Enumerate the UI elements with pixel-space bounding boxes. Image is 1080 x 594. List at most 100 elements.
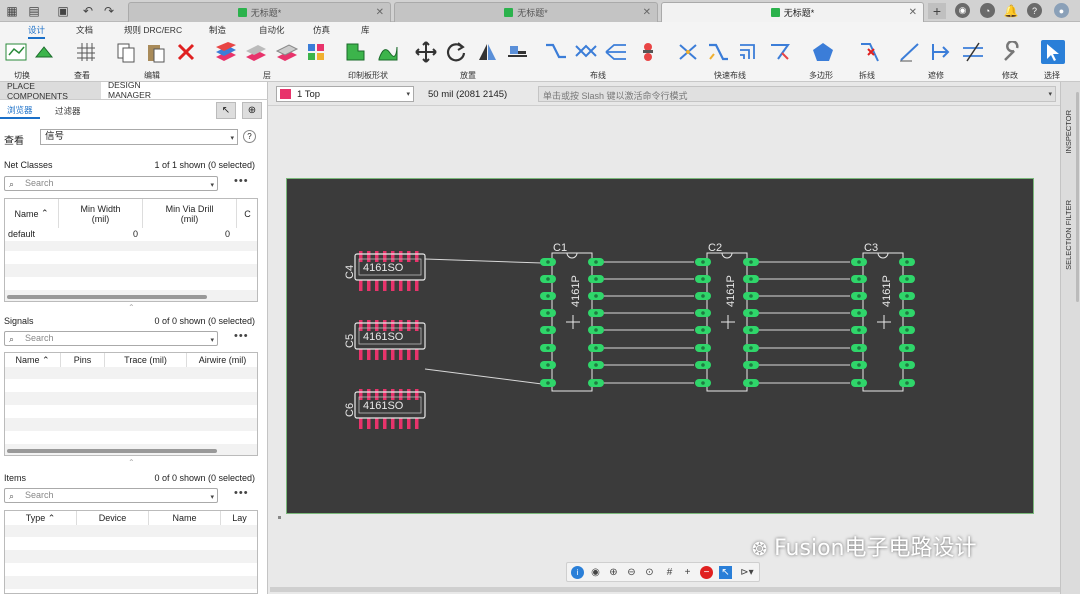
selection-filter-tab[interactable]: SELECTION FILTER bbox=[1064, 200, 1073, 270]
splitter-grip[interactable]: ⌃ bbox=[128, 458, 135, 467]
tab-simulation[interactable]: 仿真 bbox=[313, 24, 330, 36]
subtab-browser[interactable]: 浏览器 bbox=[0, 102, 40, 119]
file-menu-icon[interactable]: ▤ bbox=[26, 3, 42, 19]
column-header-type[interactable]: Type ⌃ bbox=[5, 511, 77, 525]
horizontal-scrollbar[interactable] bbox=[7, 449, 217, 453]
quick-route-icon[interactable] bbox=[706, 40, 730, 64]
user-avatar[interactable]: ● bbox=[1054, 3, 1069, 18]
zoom-out-icon[interactable]: ⊖ bbox=[625, 566, 638, 579]
layer-select[interactable]: 1 Top ▾ bbox=[276, 86, 414, 102]
tab-design-manager[interactable]: DESIGN MANAGER bbox=[101, 80, 191, 100]
stretch-icon[interactable] bbox=[961, 40, 985, 64]
layers-icon[interactable] bbox=[214, 40, 238, 64]
stop-icon[interactable]: − bbox=[700, 566, 713, 579]
close-tab-icon[interactable]: ✕ bbox=[909, 7, 917, 18]
close-tab-icon[interactable]: ✕ bbox=[643, 7, 651, 18]
column-header-name[interactable]: Name bbox=[149, 511, 221, 525]
subtab-filter[interactable]: 过滤器 bbox=[48, 102, 88, 119]
select-icon[interactable] bbox=[1041, 40, 1065, 64]
layer-color-icon[interactable] bbox=[305, 40, 329, 64]
column-header-min-via-drill[interactable]: Min Via Drill (mil) bbox=[143, 199, 237, 228]
board-outline-icon[interactable] bbox=[376, 40, 400, 64]
pcb-board[interactable]: C1 4161P C2 4161P C3 4161P C4 4161SO C5 4161SO C6 4… bbox=[286, 178, 1034, 514]
tab-design[interactable]: 设计 bbox=[28, 24, 46, 39]
table-row[interactable]: default 0 0 bbox=[5, 228, 257, 241]
column-header-min-width[interactable]: Min Width (mil) bbox=[59, 199, 143, 228]
align-icon[interactable] bbox=[505, 40, 529, 64]
horizontal-scrollbar[interactable] bbox=[270, 587, 1060, 592]
board-shape-icon[interactable] bbox=[344, 40, 368, 64]
meander-icon[interactable] bbox=[898, 40, 922, 64]
tab-rules[interactable]: 规则 DRC/ERC bbox=[124, 24, 182, 36]
new-tab-icon[interactable]: + bbox=[928, 3, 946, 19]
inspector-tab[interactable]: INSPECTOR bbox=[1064, 110, 1073, 154]
document-tab-1[interactable]: 无标题* ✕ bbox=[128, 2, 391, 22]
delete-icon[interactable] bbox=[174, 40, 198, 64]
redo-icon[interactable]: ↷ bbox=[101, 3, 117, 19]
undo-icon[interactable]: ↶ bbox=[80, 3, 96, 19]
tab-place-components[interactable]: PLACE COMPONENTS bbox=[0, 81, 101, 101]
rotate-icon[interactable] bbox=[444, 40, 468, 64]
view-select[interactable]: 信号 ▾ bbox=[40, 129, 238, 145]
group-select-label[interactable]: 选择 bbox=[1044, 70, 1060, 81]
mirror-icon[interactable] bbox=[475, 40, 499, 64]
online-status-icon[interactable]: ◔ bbox=[980, 3, 995, 18]
eye-icon[interactable]: ◉ bbox=[589, 566, 602, 579]
tab-library[interactable]: 库 bbox=[361, 24, 370, 36]
grid-icon[interactable] bbox=[74, 40, 98, 64]
grid-icon[interactable]: # bbox=[663, 566, 676, 579]
group-modify-label[interactable]: 修改 bbox=[1002, 70, 1018, 81]
polygon-icon[interactable] bbox=[811, 40, 835, 64]
board-switch-icon[interactable] bbox=[32, 40, 56, 64]
group-ripup-label[interactable]: 拆线 bbox=[859, 70, 875, 81]
more-options-icon[interactable]: ••• bbox=[234, 175, 249, 187]
column-header-airwire[interactable]: Airwire (mil) bbox=[187, 353, 257, 367]
tab-automation[interactable]: 自动化 bbox=[259, 24, 285, 36]
copy-icon[interactable] bbox=[114, 40, 138, 64]
info-icon[interactable]: i bbox=[571, 566, 584, 579]
more-options-icon[interactable]: ••• bbox=[234, 487, 249, 499]
slice-icon[interactable] bbox=[930, 40, 954, 64]
tab-document[interactable]: 文档 bbox=[76, 24, 93, 36]
column-header-name[interactable]: Name ⌃ bbox=[5, 199, 59, 228]
wrench-icon[interactable] bbox=[1000, 40, 1024, 64]
pcb-canvas[interactable]: C1 4161P C2 4161P C3 4161P C4 4161SO C5 4161SO C6 4… bbox=[268, 106, 1060, 594]
group-layer-label[interactable]: 层 bbox=[263, 70, 271, 81]
items-search[interactable]: ⌕ Search ▾ bbox=[4, 488, 218, 503]
column-header-name[interactable]: Name ⌃ bbox=[5, 353, 61, 367]
splitter-grip[interactable]: ⌃ bbox=[128, 303, 135, 312]
layer-stack-icon[interactable] bbox=[244, 40, 268, 64]
schematic-switch-icon[interactable] bbox=[4, 40, 28, 64]
pointer-icon[interactable]: ↖ bbox=[216, 102, 236, 119]
group-polygon-label[interactable]: 多边形 bbox=[809, 70, 833, 81]
column-header-c[interactable]: C bbox=[237, 199, 257, 228]
extensions-icon[interactable]: ◉ bbox=[955, 3, 970, 18]
layer-settings-icon[interactable] bbox=[275, 40, 299, 64]
zoom-in-icon[interactable]: ⊕ bbox=[607, 566, 620, 579]
group-quick-route-label[interactable]: 快速布线 bbox=[714, 70, 746, 81]
command-line-input[interactable]: 单击或按 Slash 键以激活命令行模式 ▾ bbox=[538, 86, 1056, 102]
bus-route-icon[interactable] bbox=[604, 40, 628, 64]
apps-grid-icon[interactable]: ▦ bbox=[4, 3, 20, 19]
crosshair-icon[interactable]: + bbox=[681, 566, 694, 579]
route-icon[interactable] bbox=[544, 40, 568, 64]
group-board-shape-label[interactable]: 印制板形状 bbox=[348, 70, 388, 81]
tab-manufacturing[interactable]: 制造 bbox=[209, 24, 226, 36]
column-header-trace[interactable]: Trace (mil) bbox=[105, 353, 187, 367]
horizontal-scrollbar[interactable] bbox=[7, 295, 207, 299]
diff-pair-icon[interactable] bbox=[574, 40, 598, 64]
document-tab-3[interactable]: 无标题* ✕ bbox=[661, 2, 924, 22]
column-header-layer[interactable]: Lay bbox=[221, 511, 257, 525]
group-repair-label[interactable]: 遮修 bbox=[928, 70, 944, 81]
more-options-icon[interactable]: ••• bbox=[234, 330, 249, 342]
close-tab-icon[interactable]: ✕ bbox=[376, 7, 384, 18]
help-icon[interactable]: ? bbox=[243, 130, 256, 143]
move-icon[interactable] bbox=[414, 40, 438, 64]
net-classes-search[interactable]: ⌕ Search ▾ bbox=[4, 176, 218, 191]
select-icon[interactable]: ↖ bbox=[719, 566, 732, 579]
group-place-label[interactable]: 放置 bbox=[460, 70, 476, 81]
vertical-scrollbar[interactable] bbox=[1076, 92, 1079, 302]
via-icon[interactable] bbox=[636, 40, 660, 64]
paste-icon[interactable] bbox=[144, 40, 168, 64]
save-icon[interactable]: ▣ bbox=[55, 3, 71, 19]
